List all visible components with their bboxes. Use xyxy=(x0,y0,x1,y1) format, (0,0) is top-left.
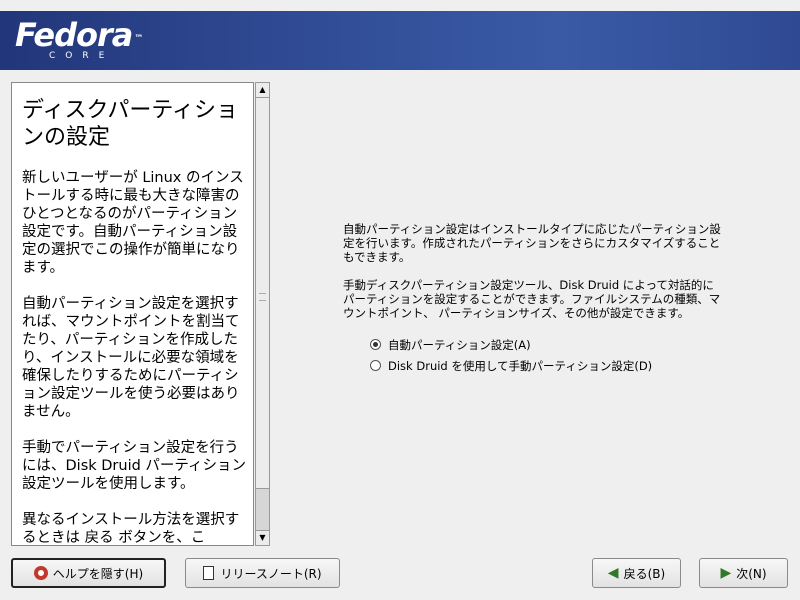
option-auto-partition[interactable]: 自動パーティション設定(A) xyxy=(370,334,723,355)
release-notes-label: リリースノート(R) xyxy=(220,566,322,581)
help-scrollbar[interactable]: ▲ ▼ xyxy=(255,82,270,546)
option-label: 自動パーティション設定(A) xyxy=(388,337,531,352)
scroll-up-icon[interactable]: ▲ xyxy=(256,83,269,98)
option-disk-druid[interactable]: Disk Druid を使用して手動パーティション設定(D) xyxy=(370,355,723,376)
help-paragraph: 新しいユーザーが Linux のインストールする時に最も大きな障害のひとつとなる… xyxy=(22,170,244,276)
back-button[interactable]: ◀ 戻る(B) xyxy=(592,558,681,588)
hide-help-label: ヘルプを隠す(H) xyxy=(52,566,144,581)
header-banner: Fedora ™ CORE xyxy=(0,11,800,70)
back-label: 戻る(B) xyxy=(623,566,666,581)
next-button[interactable]: ▶ 次(N) xyxy=(699,558,788,588)
help-paragraph: 自動パーティション設定を選択すれば、マウントポイントを割当てたり、パーティション… xyxy=(22,296,240,420)
help-paragraph: 異なるインストール方法を選択するときは 戻る ボタンを、こ xyxy=(22,512,240,546)
help-panel: ディスクパーティションの設定 新しいユーザーが Linux のインストールする時… xyxy=(11,82,254,546)
release-notes-button[interactable]: リリースノート(R) xyxy=(185,558,340,588)
document-icon xyxy=(203,566,215,580)
scroll-down-icon[interactable]: ▼ xyxy=(256,530,269,545)
radio-icon[interactable] xyxy=(370,360,381,371)
intro-text: 手動ディスクパーティション設定ツール、Disk Druid によって対話的にパー… xyxy=(343,278,721,320)
scrollbar-thumb[interactable] xyxy=(256,98,269,489)
help-paragraph: 手動でパーティション設定を行うには、Disk Druid パーティション設定ツー… xyxy=(22,440,247,492)
lifebuoy-icon xyxy=(33,566,48,580)
partition-content: 自動パーティション設定はインストールタイプに応じたパーティション設定を行います。… xyxy=(343,222,723,376)
fedora-logo: Fedora ™ xyxy=(15,16,143,54)
radio-icon[interactable] xyxy=(370,339,381,350)
arrow-right-icon: ▶ xyxy=(720,565,732,581)
option-label: Disk Druid を使用して手動パーティション設定(D) xyxy=(388,358,653,373)
next-label: 次(N) xyxy=(736,566,767,581)
help-title: ディスクパーティションの設定 xyxy=(22,98,239,150)
hide-help-button[interactable]: ヘルプを隠す(H) xyxy=(11,558,166,588)
fedora-logo-sub: CORE xyxy=(49,51,115,61)
grip-icon xyxy=(259,293,266,301)
arrow-left-icon: ◀ xyxy=(607,565,619,581)
intro-text: 自動パーティション設定はインストールタイプに応じたパーティション設定を行います。… xyxy=(343,222,721,264)
